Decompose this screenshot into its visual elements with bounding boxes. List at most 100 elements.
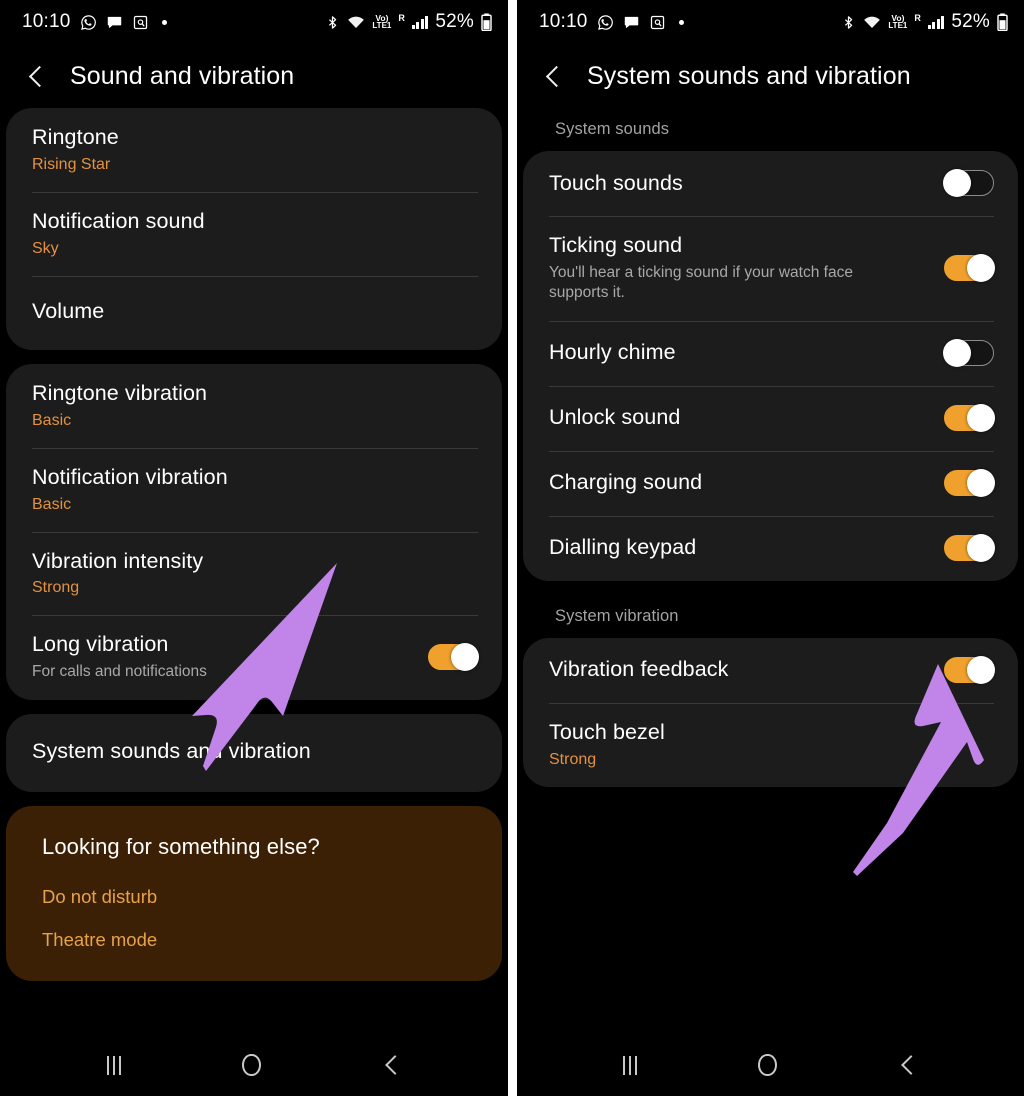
toggle-knob	[967, 253, 995, 282]
row-title: Long vibration	[32, 632, 169, 657]
wifi-icon	[347, 14, 365, 30]
settings-row-ticking-sound[interactable]: Ticking sound You'll hear a ticking soun…	[523, 216, 1018, 321]
row-title: Dialling keypad	[549, 535, 697, 560]
document-search-icon	[649, 14, 666, 31]
dot-icon	[161, 19, 167, 25]
toggle-knob	[967, 468, 995, 497]
row-description: You'll hear a ticking sound if your watc…	[549, 263, 853, 302]
right-phone-screen: 10:10 Vo) LTE1 R 52% System sounds and v…	[517, 0, 1024, 1096]
settings-row-vibration-intensity[interactable]: Vibration intensity Strong	[6, 531, 502, 616]
row-text: Ringtone Rising Star	[32, 124, 478, 175]
settings-row-touch-sounds[interactable]: Touch sounds	[523, 151, 1018, 216]
toggle-knob	[967, 403, 995, 432]
roaming-indicator: R	[398, 13, 405, 23]
status-bar-left: 10:10	[539, 11, 684, 33]
toggle-dialling-keypad[interactable]	[944, 533, 995, 562]
row-title: Ringtone	[32, 125, 119, 149]
settings-row-unlock-sound[interactable]: Unlock sound	[523, 385, 1018, 451]
system-sounds-nav-card[interactable]: System sounds and vibration	[6, 713, 502, 792]
recents-button[interactable]	[106, 1055, 121, 1075]
looking-for-something-else-card: Looking for something else? Do not distu…	[6, 805, 502, 981]
roaming-indicator: R	[914, 13, 921, 23]
panel-divider	[508, 0, 517, 1096]
home-button[interactable]	[241, 1054, 261, 1076]
back-button[interactable]	[382, 1055, 402, 1075]
row-text: Dialling keypad	[549, 534, 930, 561]
settings-row-long-vibration[interactable]: Long vibration For calls and notificatio…	[6, 615, 502, 699]
left-app-bar: Sound and vibration	[0, 44, 508, 108]
promo-link-theatre-mode[interactable]: Theatre mode	[42, 929, 472, 951]
row-text: Charging sound	[549, 469, 930, 496]
row-title: Hourly chime	[549, 340, 676, 365]
volte-icon: Vo) LTE1	[372, 13, 392, 31]
left-content: Ringtone Rising Star Notification sound …	[0, 108, 508, 981]
row-subtitle: Rising Star	[32, 155, 111, 173]
row-text: Notification sound Sky	[32, 208, 478, 259]
toggle-long-vibration[interactable]	[428, 643, 479, 672]
settings-row-notification-sound[interactable]: Notification sound Sky	[6, 191, 502, 276]
settings-row-notification-vibration[interactable]: Notification vibration Basic	[6, 447, 502, 532]
settings-row-ringtone-vibration[interactable]: Ringtone vibration Basic	[6, 364, 502, 448]
right-navigation-bar	[517, 1034, 1024, 1096]
row-text: Hourly chime	[549, 339, 930, 366]
toggle-hourly-chime[interactable]	[943, 338, 994, 367]
back-button[interactable]	[898, 1055, 918, 1075]
row-title: Ticking sound	[549, 233, 683, 257]
row-text: Touch bezel Strong	[549, 719, 994, 770]
toggle-ticking-sound[interactable]	[944, 253, 995, 282]
recents-button[interactable]	[623, 1055, 638, 1075]
back-chevron-icon[interactable]	[543, 65, 565, 87]
row-description: For calls and notifications	[32, 663, 207, 681]
toggle-unlock-sound[interactable]	[944, 403, 995, 432]
settings-row-ringtone[interactable]: Ringtone Rising Star	[6, 108, 502, 192]
toggle-knob	[943, 169, 971, 197]
promo-body: Looking for something else? Do not distu…	[6, 806, 502, 981]
row-title: Charging sound	[549, 470, 703, 495]
settings-row-touch-bezel[interactable]: Touch bezel Strong	[523, 702, 1018, 787]
row-subtitle: Strong	[32, 579, 80, 597]
toggle-knob	[967, 533, 995, 562]
status-clock: 10:10	[539, 11, 588, 32]
settings-row-vibration-feedback[interactable]: Vibration feedback	[523, 638, 1018, 703]
row-subtitle: Basic	[32, 411, 72, 429]
row-text: Ringtone vibration Basic	[32, 380, 478, 431]
row-text: Long vibration For calls and notificatio…	[32, 631, 414, 682]
battery-percent: 52%	[435, 11, 474, 32]
sound-settings-card: Ringtone Rising Star Notification sound …	[6, 108, 502, 350]
row-title: Ringtone vibration	[32, 380, 208, 405]
dot-icon	[678, 19, 684, 25]
row-text: Vibration feedback	[549, 656, 930, 683]
toggle-vibration-feedback[interactable]	[944, 655, 995, 684]
row-title: Notification sound	[32, 208, 205, 233]
vibration-settings-card: Ringtone vibration Basic Notification vi…	[6, 363, 502, 700]
promo-link-do-not-disturb[interactable]: Do not disturb	[42, 886, 472, 908]
settings-row-system-sounds-and-vibration[interactable]: System sounds and vibration	[6, 714, 502, 792]
right-app-bar: System sounds and vibration	[517, 44, 1024, 108]
row-title: Vibration feedback	[549, 657, 729, 682]
status-bar: 10:10 Vo) LTE1 R 52%	[517, 0, 1024, 44]
row-subtitle: Sky	[32, 239, 59, 257]
battery-icon	[481, 13, 492, 31]
row-title: Unlock sound	[549, 405, 681, 430]
left-phone-screen: 10:10 Vo) LTE1 R 52% Sound and vibration…	[0, 0, 508, 1096]
row-text: Unlock sound	[549, 404, 930, 431]
row-title: Notification vibration	[32, 464, 228, 489]
row-text: Volume	[32, 298, 478, 325]
settings-row-charging-sound[interactable]: Charging sound	[523, 450, 1018, 516]
section-header-system-sounds: System sounds	[555, 120, 670, 138]
toggle-charging-sound[interactable]	[944, 468, 995, 497]
battery-icon	[997, 13, 1008, 31]
document-search-icon	[132, 14, 149, 31]
settings-row-hourly-chime[interactable]: Hourly chime	[523, 320, 1018, 386]
row-text: Touch sounds	[549, 170, 930, 197]
row-subtitle: Strong	[549, 750, 597, 768]
left-navigation-bar	[0, 1034, 508, 1096]
back-chevron-icon[interactable]	[26, 65, 48, 87]
message-icon	[623, 14, 640, 31]
home-button[interactable]	[757, 1054, 777, 1076]
settings-row-dialling-keypad[interactable]: Dialling keypad	[523, 515, 1018, 581]
toggle-touch-sounds[interactable]	[943, 169, 994, 197]
row-text: Vibration intensity Strong	[32, 548, 478, 599]
settings-row-volume[interactable]: Volume	[6, 275, 502, 350]
promo-title: Looking for something else?	[42, 833, 320, 859]
